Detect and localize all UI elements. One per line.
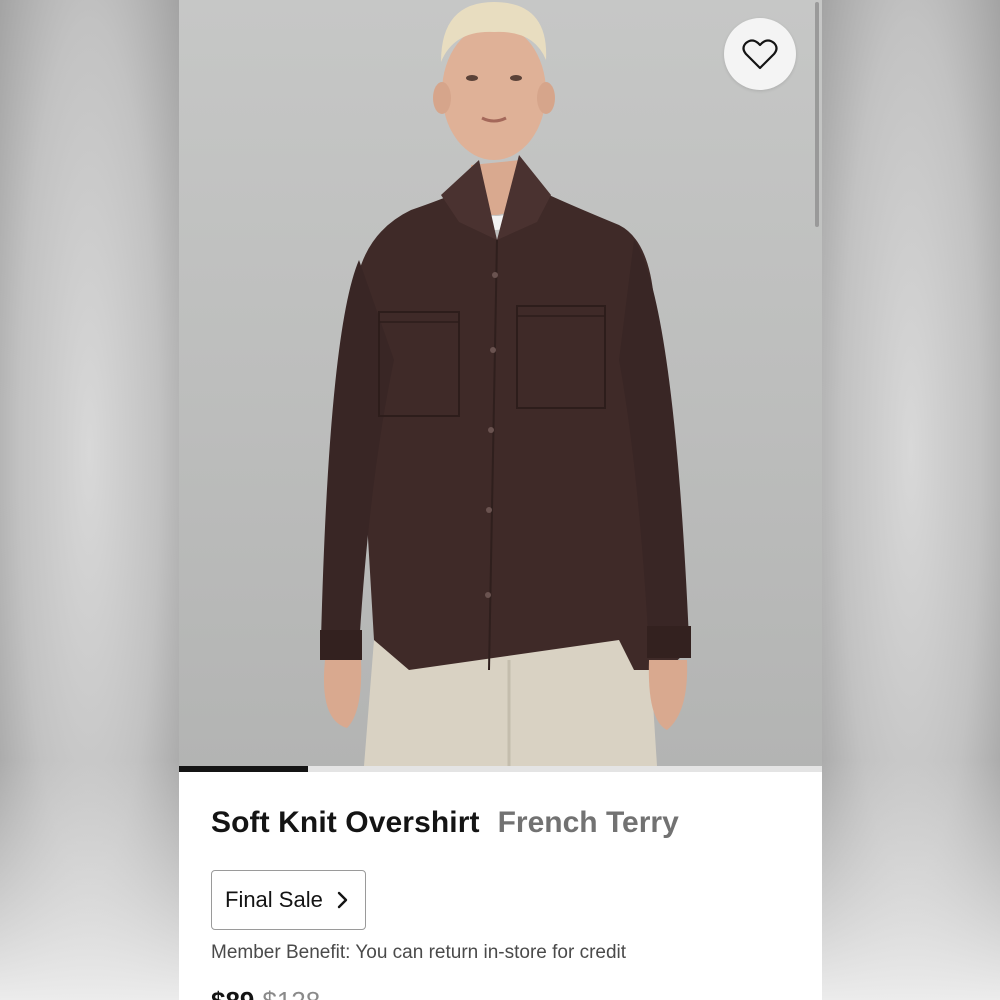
product-name: Soft Knit Overshirt bbox=[211, 806, 480, 839]
chevron-right-icon bbox=[337, 891, 348, 909]
product-photo bbox=[320, 2, 691, 766]
price-original: $128 bbox=[262, 986, 320, 1000]
gallery-progress-bar bbox=[179, 766, 822, 772]
price-current: $89 bbox=[211, 986, 254, 1000]
blurred-background-left bbox=[0, 0, 179, 1000]
product-detail-screen: Soft Knit Overshirt French Terry Final S… bbox=[179, 0, 822, 1000]
wishlist-button[interactable] bbox=[724, 18, 796, 90]
product-title-row: Soft Knit Overshirt French Terry bbox=[211, 806, 801, 840]
product-image-gallery[interactable] bbox=[179, 0, 822, 766]
heart-outline-icon bbox=[742, 39, 778, 70]
product-info: Soft Knit Overshirt French Terry Final S… bbox=[211, 806, 801, 964]
price-row: $89 $128 bbox=[211, 986, 320, 1000]
gallery-progress-fill bbox=[179, 766, 308, 772]
product-fabric: French Terry bbox=[497, 806, 679, 839]
final-sale-button[interactable]: Final Sale bbox=[211, 870, 366, 930]
member-benefit-text: Member Benefit: You can return in-store … bbox=[211, 942, 627, 963]
blurred-background-right bbox=[822, 0, 1000, 1000]
image-scrollbar[interactable] bbox=[815, 2, 819, 227]
final-sale-label: Final Sale bbox=[225, 887, 323, 912]
